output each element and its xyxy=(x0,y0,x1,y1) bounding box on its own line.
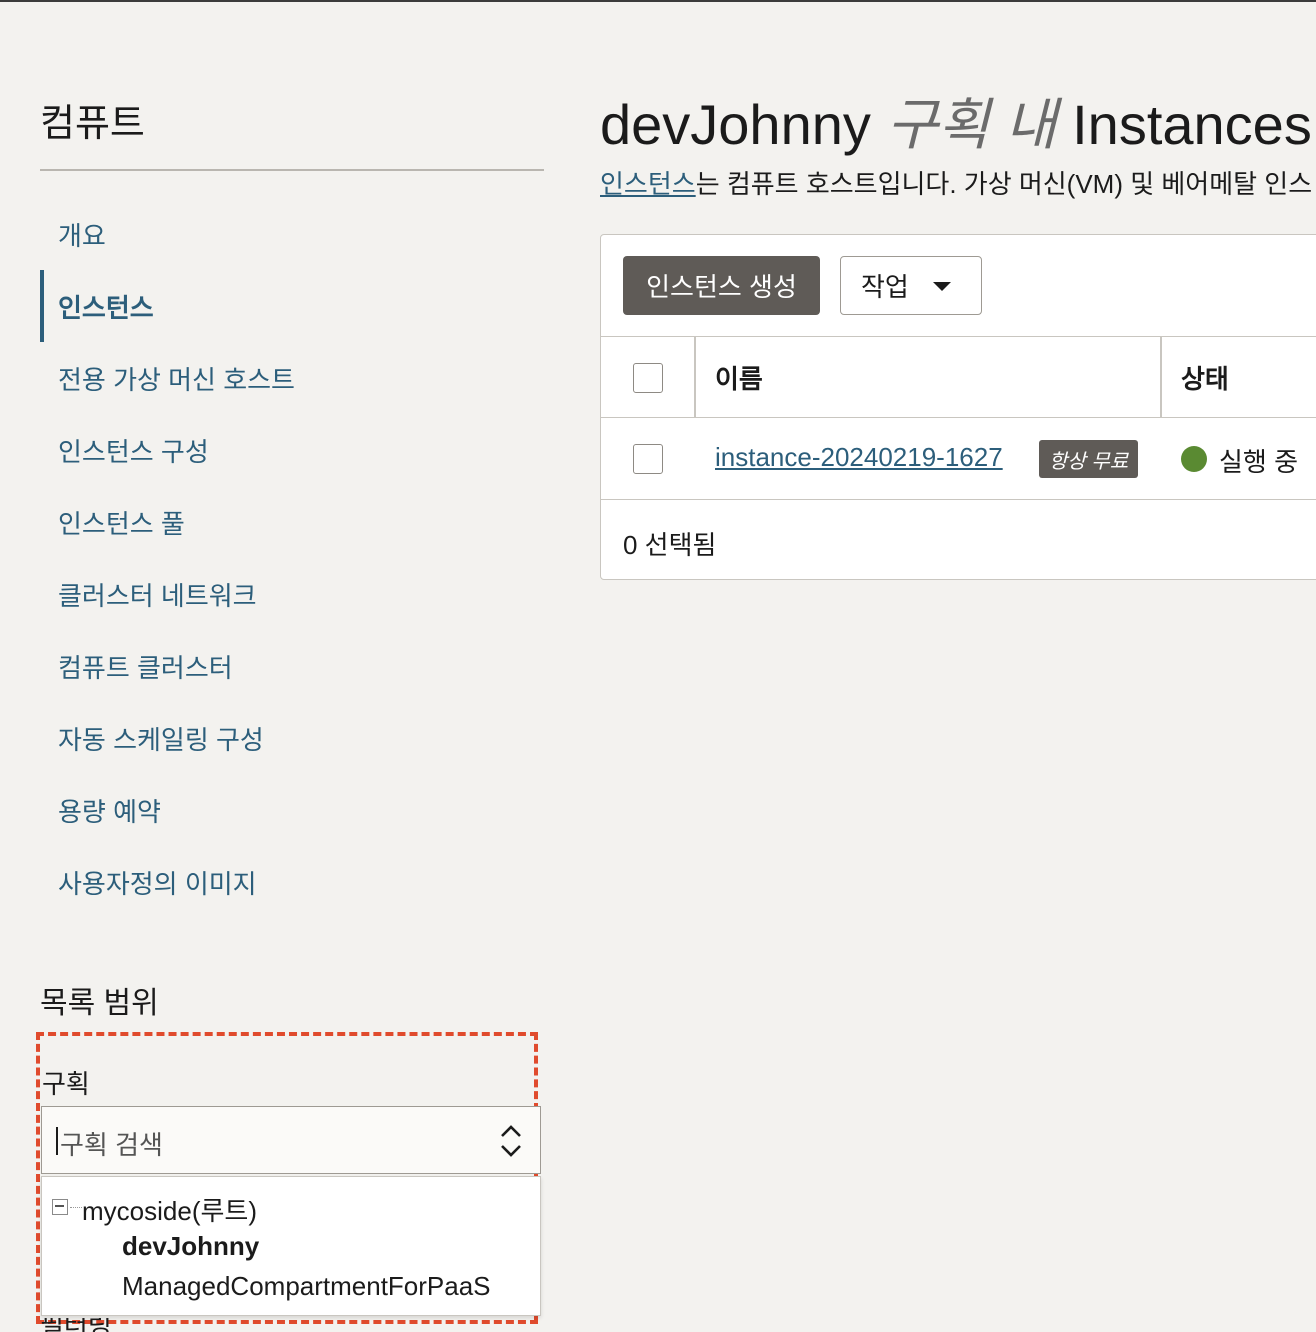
compartment-label: 구획 xyxy=(42,1069,90,1099)
instance-name-link[interactable]: instance-20240219-1627 xyxy=(715,442,1003,473)
column-header-status[interactable]: 상태 xyxy=(1181,359,1229,396)
create-instance-button[interactable]: 인스턴스 생성 xyxy=(623,256,820,315)
always-free-badge: 항상 무료 xyxy=(1039,440,1139,478)
table-header: 이름 상태 xyxy=(601,336,1316,418)
chevron-up-down-icon[interactable] xyxy=(498,1121,524,1161)
sidebar-item-instance-configurations[interactable]: 인스턴스 구성 xyxy=(40,414,544,486)
actions-menu-label: 작업 xyxy=(861,272,909,302)
sidebar-item-instances[interactable]: 인스턴스 xyxy=(40,270,544,342)
sidebar-item-overview[interactable]: 개요 xyxy=(40,198,544,270)
sidebar-item-custom-images[interactable]: 사용자정의 이미지 xyxy=(40,846,544,918)
compartment-search-input[interactable]: 구획 검색 xyxy=(41,1106,541,1174)
sidebar-item-cluster-networks[interactable]: 클러스터 네트워크 xyxy=(40,558,544,630)
sidebar-item-dedicated-vm-hosts[interactable]: 전용 가상 머신 호스트 xyxy=(40,342,544,414)
text-caret xyxy=(56,1127,58,1155)
sidebar-nav: 개요 인스턴스 전용 가상 머신 호스트 인스턴스 구성 인스턴스 풀 클러스터… xyxy=(40,198,544,918)
list-scope-title: 목록 범위 xyxy=(40,987,159,1020)
tree-item-managed-compartment[interactable]: ManagedCompartmentForPaaS xyxy=(122,1271,491,1302)
status-running-icon xyxy=(1181,446,1207,472)
tree-connector xyxy=(70,1207,82,1208)
column-divider xyxy=(1160,337,1162,417)
column-divider xyxy=(694,337,696,417)
sidebar-item-capacity-reservations[interactable]: 용량 예약 xyxy=(40,774,544,846)
sidebar-item-autoscaling-configurations[interactable]: 자동 스케일링 구성 xyxy=(40,702,544,774)
status-text: 실행 중 xyxy=(1219,447,1298,477)
collapse-icon[interactable] xyxy=(52,1199,68,1215)
compartment-search-placeholder: 구획 검색 xyxy=(60,1130,163,1160)
select-all-checkbox[interactable] xyxy=(633,363,663,393)
sidebar-item-compute-clusters[interactable]: 컴퓨트 클러스터 xyxy=(40,630,544,702)
description-text: 는 컴퓨트 호스트입니다. 가상 머신(VM) 및 베어메탈 인스 xyxy=(695,169,1313,199)
table-row: instance-20240219-1627 항상 무료 실행 중 xyxy=(601,418,1316,500)
tree-item-root[interactable]: mycoside(루트) xyxy=(82,1191,257,1228)
page-title-in: 구획 내 xyxy=(886,93,1057,156)
compartment-tree-dropdown: mycoside(루트) devJohnny ManagedCompartmen… xyxy=(41,1176,541,1316)
sidebar-title: 컴퓨트 xyxy=(40,103,145,145)
row-checkbox[interactable] xyxy=(633,444,663,474)
actions-menu-button[interactable]: 작업 xyxy=(840,256,982,315)
selected-count: 0 선택됨 xyxy=(623,530,717,560)
page-title: devJohnny 구획 내 Instances xyxy=(600,80,1312,161)
filter-label-cutoff: 필터링 xyxy=(40,1318,112,1332)
instances-table-panel: 인스턴스 생성 작업 이름 상태 instance-20240219-1627 … xyxy=(600,234,1316,580)
top-border xyxy=(0,0,1316,2)
page-title-resource: Instances xyxy=(1072,93,1312,156)
page-title-compartment: devJohnny xyxy=(600,93,871,156)
sidebar-divider xyxy=(40,169,544,171)
column-header-name[interactable]: 이름 xyxy=(715,359,763,396)
sidebar-item-instance-pools[interactable]: 인스턴스 풀 xyxy=(40,486,544,558)
caret-down-icon xyxy=(933,282,951,291)
page-description: 인스턴스는 컴퓨트 호스트입니다. 가상 머신(VM) 및 베어메탈 인스 xyxy=(600,164,1312,201)
tree-item-devjohnny[interactable]: devJohnny xyxy=(122,1231,259,1262)
instances-doc-link[interactable]: 인스턴스 xyxy=(600,169,696,199)
